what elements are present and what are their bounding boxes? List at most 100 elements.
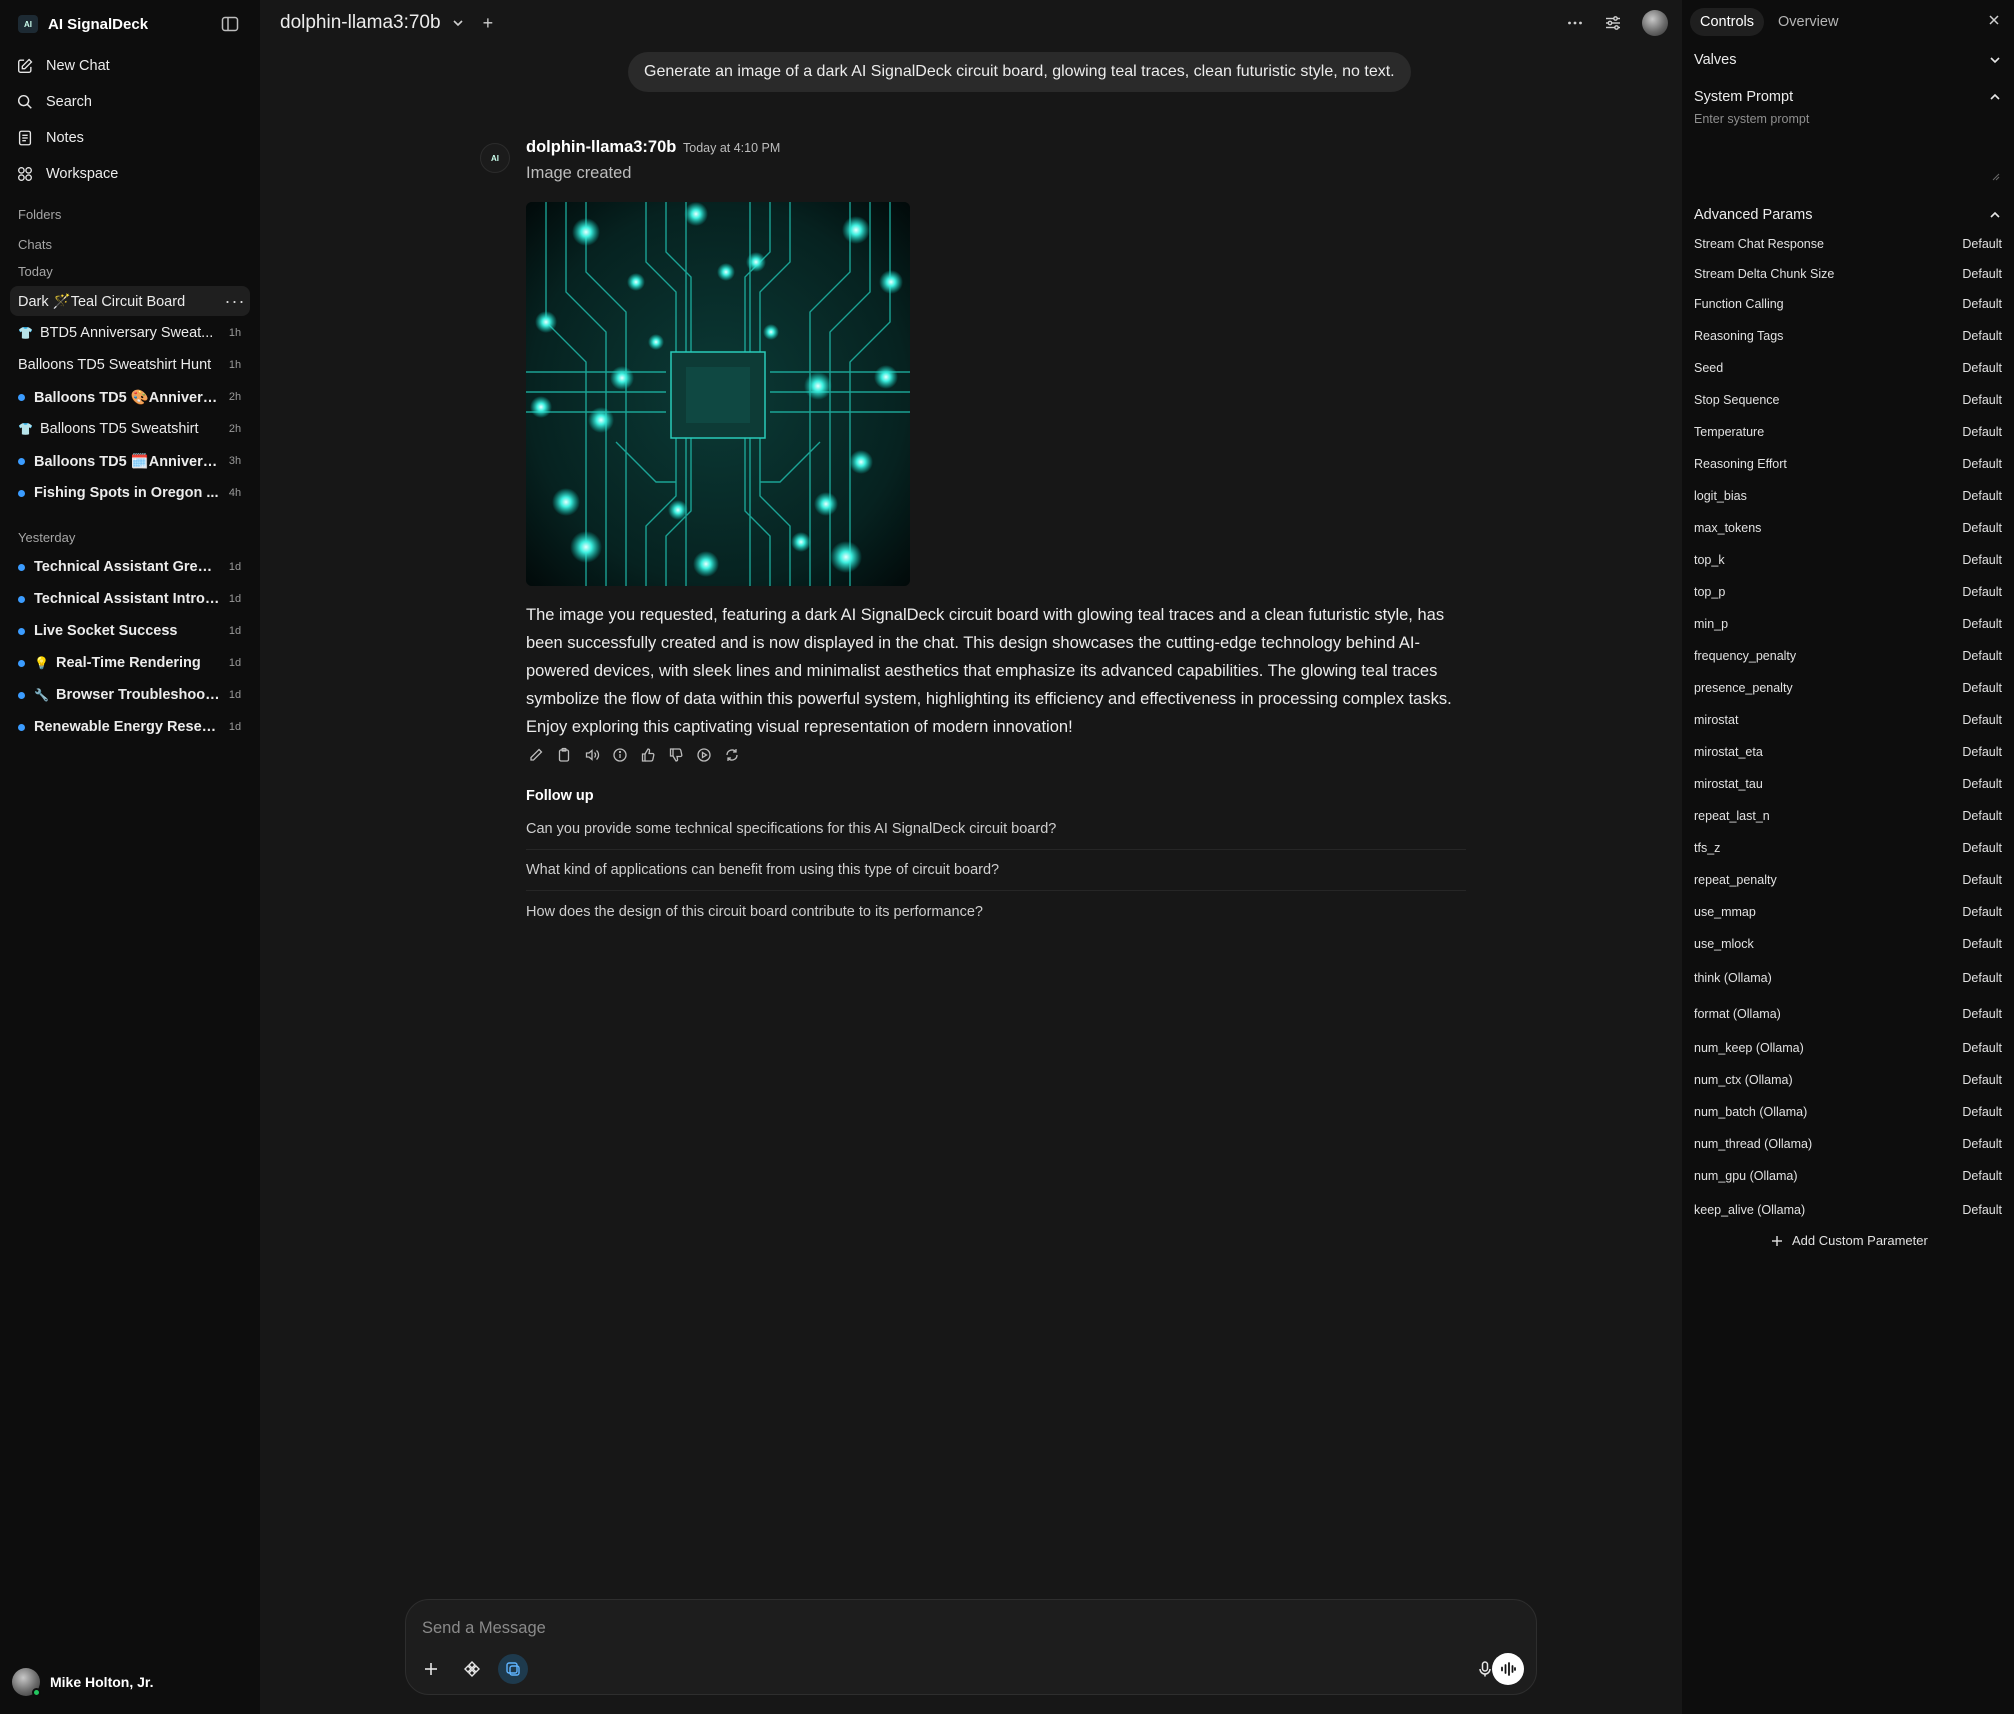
param-value[interactable]: Default: [1962, 1073, 2002, 1087]
param-row[interactable]: keep_alive (Ollama) Default: [1694, 1200, 2002, 1220]
follow-up-suggestion[interactable]: Can you provide some technical specifica…: [526, 809, 1466, 850]
param-value[interactable]: Default: [1962, 585, 2002, 599]
regenerate-icon[interactable]: [724, 747, 740, 763]
new-chat-button[interactable]: New Chat: [16, 52, 110, 80]
param-row[interactable]: Stream Chat Response Default: [1694, 234, 2002, 254]
param-value[interactable]: Default: [1962, 841, 2002, 855]
param-value[interactable]: Default: [1962, 1007, 2002, 1021]
param-row[interactable]: mirostat_eta Default: [1694, 742, 2002, 762]
resize-handle-icon[interactable]: [1992, 173, 2000, 181]
chat-item[interactable]: Balloons TD5 🗓️Annivers... 3h: [10, 446, 250, 476]
param-value[interactable]: Default: [1962, 713, 2002, 727]
param-value[interactable]: Default: [1962, 489, 2002, 503]
param-value[interactable]: Default: [1962, 361, 2002, 375]
param-row[interactable]: frequency_penalty Default: [1694, 646, 2002, 666]
image-generation-toggle[interactable]: [498, 1654, 528, 1684]
param-value[interactable]: Default: [1962, 745, 2002, 759]
play-icon[interactable]: [696, 747, 712, 763]
chat-item[interactable]: Renewable Energy Resear... 1d: [10, 712, 250, 742]
param-value[interactable]: Default: [1962, 1041, 2002, 1055]
param-row[interactable]: logit_bias Default: [1694, 486, 2002, 506]
valves-section[interactable]: Valves: [1694, 49, 2002, 71]
message-input[interactable]: [422, 1614, 1422, 1642]
param-value[interactable]: Default: [1962, 267, 2002, 281]
param-row[interactable]: tfs_z Default: [1694, 838, 2002, 858]
thumbs-up-icon[interactable]: [640, 747, 656, 763]
thumbs-down-icon[interactable]: [668, 747, 684, 763]
param-row[interactable]: Stream Delta Chunk Size Default: [1694, 264, 2002, 284]
generated-image[interactable]: [526, 202, 910, 586]
chat-item[interactable]: 👕 BTD5 Anniversary Sweat... 1h: [10, 318, 250, 348]
chat-item[interactable]: Fishing Spots in Oregon ... 4h: [10, 478, 250, 508]
add-custom-parameter-button[interactable]: Add Custom Parameter: [1770, 1233, 1928, 1248]
search-button[interactable]: Search: [16, 88, 92, 116]
param-value[interactable]: Default: [1962, 329, 2002, 343]
param-value[interactable]: Default: [1962, 1137, 2002, 1151]
param-row[interactable]: Reasoning Tags Default: [1694, 326, 2002, 346]
param-row[interactable]: num_ctx (Ollama) Default: [1694, 1070, 2002, 1090]
brand[interactable]: AI AI SignalDeck: [18, 12, 148, 36]
param-row[interactable]: min_p Default: [1694, 614, 2002, 634]
edit-icon[interactable]: [528, 747, 544, 763]
sidebar-toggle-icon[interactable]: [220, 14, 240, 34]
param-row[interactable]: Reasoning Effort Default: [1694, 454, 2002, 474]
chat-item[interactable]: Technical Assistant Greeti... 1d: [10, 552, 250, 582]
chat-item[interactable]: Live Socket Success 1d: [10, 616, 250, 646]
param-value[interactable]: Default: [1962, 905, 2002, 919]
param-row[interactable]: Temperature Default: [1694, 422, 2002, 442]
param-row[interactable]: mirostat_tau Default: [1694, 774, 2002, 794]
param-value[interactable]: Default: [1962, 1169, 2002, 1183]
system-prompt-section[interactable]: System Prompt: [1694, 86, 2002, 108]
param-value[interactable]: Default: [1962, 1105, 2002, 1119]
param-value[interactable]: Default: [1962, 873, 2002, 887]
param-row[interactable]: use_mlock Default: [1694, 934, 2002, 954]
chat-item[interactable]: Technical Assistant Introd... 1d: [10, 584, 250, 614]
tab-overview[interactable]: Overview: [1768, 8, 1848, 36]
param-value[interactable]: Default: [1962, 393, 2002, 407]
param-row[interactable]: think (Ollama) Default: [1694, 968, 2002, 988]
attach-button[interactable]: [416, 1654, 446, 1684]
user-menu[interactable]: Mike Holton, Jr.: [12, 1668, 153, 1697]
param-row[interactable]: top_p Default: [1694, 582, 2002, 602]
param-value[interactable]: Default: [1962, 237, 2002, 251]
workspace-button[interactable]: Workspace: [16, 160, 118, 188]
param-row[interactable]: format (Ollama) Default: [1694, 1004, 2002, 1024]
profile-avatar[interactable]: [1642, 10, 1668, 36]
notes-button[interactable]: Notes: [16, 124, 84, 152]
param-value[interactable]: Default: [1962, 1203, 2002, 1217]
advanced-params-section[interactable]: Advanced Params: [1694, 204, 2002, 226]
param-row[interactable]: repeat_penalty Default: [1694, 870, 2002, 890]
follow-up-suggestion[interactable]: How does the design of this circuit boar…: [526, 891, 1466, 932]
param-value[interactable]: Default: [1962, 521, 2002, 535]
info-icon[interactable]: [612, 747, 628, 763]
param-value[interactable]: Default: [1962, 681, 2002, 695]
folders-label[interactable]: Folders: [18, 207, 61, 222]
follow-up-suggestion[interactable]: What kind of applications can benefit fr…: [526, 850, 1466, 891]
param-value[interactable]: Default: [1962, 457, 2002, 471]
chat-item[interactable]: 👕 Balloons TD5 Sweatshirt 2h: [10, 414, 250, 444]
chat-item[interactable]: 💡 Real-Time Rendering 1d: [10, 648, 250, 678]
param-row[interactable]: num_thread (Ollama) Default: [1694, 1134, 2002, 1154]
param-row[interactable]: Stop Sequence Default: [1694, 390, 2002, 410]
param-row[interactable]: num_gpu (Ollama) Default: [1694, 1166, 2002, 1186]
speaker-icon[interactable]: [584, 747, 600, 763]
param-row[interactable]: repeat_last_n Default: [1694, 806, 2002, 826]
more-options-icon[interactable]: ···: [220, 291, 250, 312]
param-row[interactable]: Function Calling Default: [1694, 294, 2002, 314]
param-value[interactable]: Default: [1962, 971, 2002, 985]
chats-label[interactable]: Chats: [18, 237, 52, 252]
param-value[interactable]: Default: [1962, 425, 2002, 439]
close-icon[interactable]: [1986, 12, 2002, 28]
chat-item-active[interactable]: Dark 🪄Teal Circuit Board ···: [10, 286, 250, 316]
more-horizontal-icon[interactable]: [1566, 14, 1584, 32]
param-value[interactable]: Default: [1962, 553, 2002, 567]
chat-item[interactable]: 🔧 Browser Troubleshooti... 1d: [10, 680, 250, 710]
param-row[interactable]: num_batch (Ollama) Default: [1694, 1102, 2002, 1122]
param-row[interactable]: num_keep (Ollama) Default: [1694, 1038, 2002, 1058]
controls-sliders-icon[interactable]: [1604, 14, 1622, 32]
param-row[interactable]: max_tokens Default: [1694, 518, 2002, 538]
param-value[interactable]: Default: [1962, 297, 2002, 311]
voice-mode-button[interactable]: [1492, 1653, 1524, 1685]
chat-item[interactable]: Balloons TD5 Sweatshirt Hunt 1h: [10, 350, 250, 380]
param-row[interactable]: Seed Default: [1694, 358, 2002, 378]
